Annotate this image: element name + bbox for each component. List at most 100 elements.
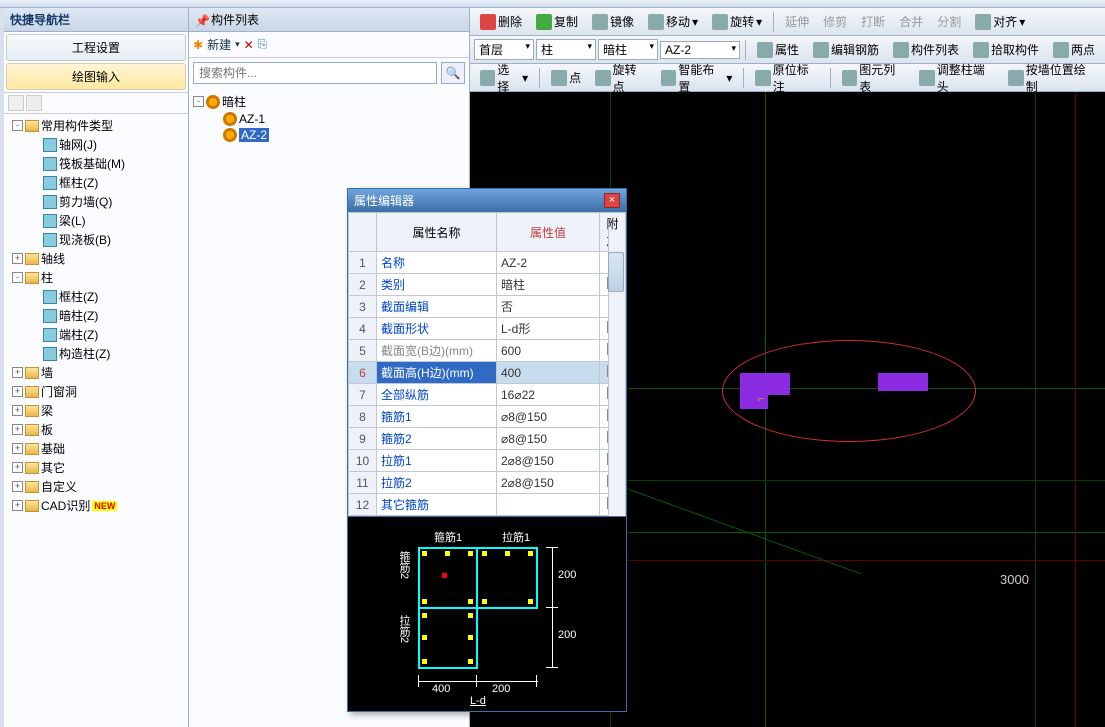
trim-button[interactable]: 修剪 — [817, 11, 853, 32]
prop-row[interactable]: 5截面宽(B边)(mm)600 — [349, 340, 626, 362]
nav-folder[interactable]: -柱 — [4, 268, 188, 287]
prop-value[interactable]: 否 — [497, 296, 600, 318]
delete-button[interactable]: 删除 — [474, 11, 528, 32]
nav-item[interactable]: 筏板基础(M) — [4, 154, 188, 173]
prop-value[interactable]: L-d形 — [497, 318, 600, 340]
expand-icon[interactable]: + — [12, 443, 23, 454]
new-button[interactable]: 新建 — [207, 36, 240, 53]
expand-icon[interactable]: + — [12, 481, 23, 492]
move-button[interactable]: 移动▾ — [642, 11, 704, 32]
comp-root[interactable]: - 暗柱 — [193, 92, 465, 111]
nav-folder[interactable]: +门窗洞 — [4, 382, 188, 401]
nav-folder[interactable]: +板 — [4, 420, 188, 439]
edit-rebar-button[interactable]: 编辑钢筋 — [807, 39, 885, 60]
nav-item[interactable]: 暗柱(Z) — [4, 306, 188, 325]
close-button[interactable]: × — [604, 193, 620, 208]
props-button[interactable]: 属性 — [751, 39, 805, 60]
nav-item[interactable]: 框柱(Z) — [4, 287, 188, 306]
prop-value[interactable]: 暗柱 — [497, 274, 600, 296]
nav-item[interactable]: 梁(L) — [4, 211, 188, 230]
prop-row[interactable]: 2类别暗柱 — [349, 274, 626, 296]
prop-value[interactable]: ⌀8@150 — [497, 428, 600, 450]
expand-icon[interactable]: - — [12, 120, 23, 131]
prop-value[interactable]: AZ-2 — [497, 252, 600, 274]
nav-mini-1[interactable] — [8, 95, 24, 111]
nav-mini-2[interactable] — [26, 95, 42, 111]
comp-item[interactable]: AZ-1 — [193, 111, 465, 127]
merge-button[interactable]: 合并 — [893, 11, 929, 32]
nav-folder[interactable]: +梁 — [4, 401, 188, 420]
nav-folder[interactable]: +其它 — [4, 458, 188, 477]
prop-row[interactable]: 3截面编辑否 — [349, 296, 626, 318]
expand-icon[interactable]: + — [12, 424, 23, 435]
code-dropdown[interactable]: AZ-2 — [660, 41, 740, 59]
prop-value[interactable]: 2⌀8@150 — [497, 472, 600, 494]
prop-value[interactable]: 400 — [497, 362, 600, 384]
prop-value[interactable]: 600 — [497, 340, 600, 362]
prop-value[interactable]: 16⌀22 — [497, 384, 600, 406]
prop-row[interactable]: 10拉筋12⌀8@150 — [349, 450, 626, 472]
nav-folder[interactable]: +轴线 — [4, 249, 188, 268]
expand-icon[interactable]: - — [193, 96, 204, 107]
copy-button[interactable]: 复制 — [530, 11, 584, 32]
rotate-button[interactable]: 旋转▾ — [706, 11, 768, 32]
floor-dropdown[interactable]: 首层 — [474, 39, 534, 60]
expand-icon[interactable]: - — [12, 272, 23, 283]
subtype-dropdown[interactable]: 暗柱 — [598, 39, 658, 60]
nav-item[interactable]: 剪力墙(Q) — [4, 192, 188, 211]
search-input[interactable] — [193, 62, 437, 84]
prop-row[interactable]: 7全部纵筋16⌀22 — [349, 384, 626, 406]
prop-row[interactable]: 6截面高(H边)(mm)400 — [349, 362, 626, 384]
nav-folder[interactable]: +基础 — [4, 439, 188, 458]
two-pt-button[interactable]: 两点 — [1047, 39, 1101, 60]
search-button[interactable]: 🔍 — [441, 62, 465, 84]
draw-input-button[interactable]: 绘图输入 — [6, 63, 186, 90]
align-button[interactable]: 对齐▾ — [969, 11, 1031, 32]
expand-icon[interactable]: + — [12, 386, 23, 397]
expand-icon[interactable]: + — [12, 405, 23, 416]
expand-icon[interactable]: + — [12, 253, 23, 264]
prop-row[interactable]: 1名称AZ-2 — [349, 252, 626, 274]
expand-icon[interactable]: + — [12, 367, 23, 378]
proj-settings-button[interactable]: 工程设置 — [6, 34, 186, 61]
select-button[interactable]: 选择▾ — [474, 59, 534, 97]
smart-button[interactable]: 智能布置▾ — [655, 59, 738, 97]
nav-folder[interactable]: +墙 — [4, 363, 188, 382]
pt-button[interactable]: 点 — [545, 67, 587, 88]
nav-item[interactable]: 构造柱(Z) — [4, 344, 188, 363]
prop-value[interactable] — [497, 494, 600, 516]
expand-icon[interactable]: + — [12, 500, 23, 511]
rotate-pt-button[interactable]: 旋转点 — [589, 59, 653, 97]
orig-note-button[interactable]: 原位标注 — [749, 59, 825, 97]
nav-item[interactable]: 轴网(J) — [4, 135, 188, 154]
pin-icon[interactable]: 📌 — [195, 14, 207, 26]
mirror-button[interactable]: 镜像 — [586, 11, 640, 32]
prop-row[interactable]: 12其它箍筋 — [349, 494, 626, 516]
nav-item[interactable]: 现浇板(B) — [4, 230, 188, 249]
nav-item[interactable]: 端柱(Z) — [4, 325, 188, 344]
prop-row[interactable]: 8箍筋1⌀8@150 — [349, 406, 626, 428]
property-titlebar[interactable]: 属性编辑器 × — [348, 189, 626, 212]
prop-value[interactable]: 2⌀8@150 — [497, 450, 600, 472]
prop-scrollbar[interactable] — [608, 230, 625, 516]
nav-folder[interactable]: +自定义 — [4, 477, 188, 496]
break-button[interactable]: 打断 — [855, 11, 891, 32]
prop-row[interactable]: 4截面形状L-d形 — [349, 318, 626, 340]
prop-row[interactable]: 9箍筋2⌀8@150 — [349, 428, 626, 450]
expand-icon[interactable]: + — [12, 462, 23, 473]
comp-item[interactable]: AZ-2 — [193, 127, 465, 143]
pick-button[interactable]: 拾取构件 — [967, 39, 1045, 60]
col-dropdown[interactable]: 柱 — [536, 39, 596, 60]
nav-item[interactable]: 框柱(Z) — [4, 173, 188, 192]
comp-list-button[interactable]: 构件列表 — [887, 39, 965, 60]
delete-component-icon[interactable]: ✕ — [244, 38, 254, 52]
elem-list-button[interactable]: 图元列表 — [836, 59, 912, 97]
prop-scroll-thumb[interactable] — [608, 252, 624, 292]
adj-head-button[interactable]: 调整柱端头 — [913, 59, 1000, 97]
prop-row[interactable]: 11拉筋22⌀8@150 — [349, 472, 626, 494]
copy-component-icon[interactable]: ⎘ — [258, 37, 268, 52]
by-wall-button[interactable]: 按墙位置绘制 — [1002, 59, 1101, 97]
extend-button[interactable]: 延伸 — [779, 11, 815, 32]
split-button[interactable]: 分割 — [931, 11, 967, 32]
nav-folder[interactable]: -常用构件类型 — [4, 116, 188, 135]
